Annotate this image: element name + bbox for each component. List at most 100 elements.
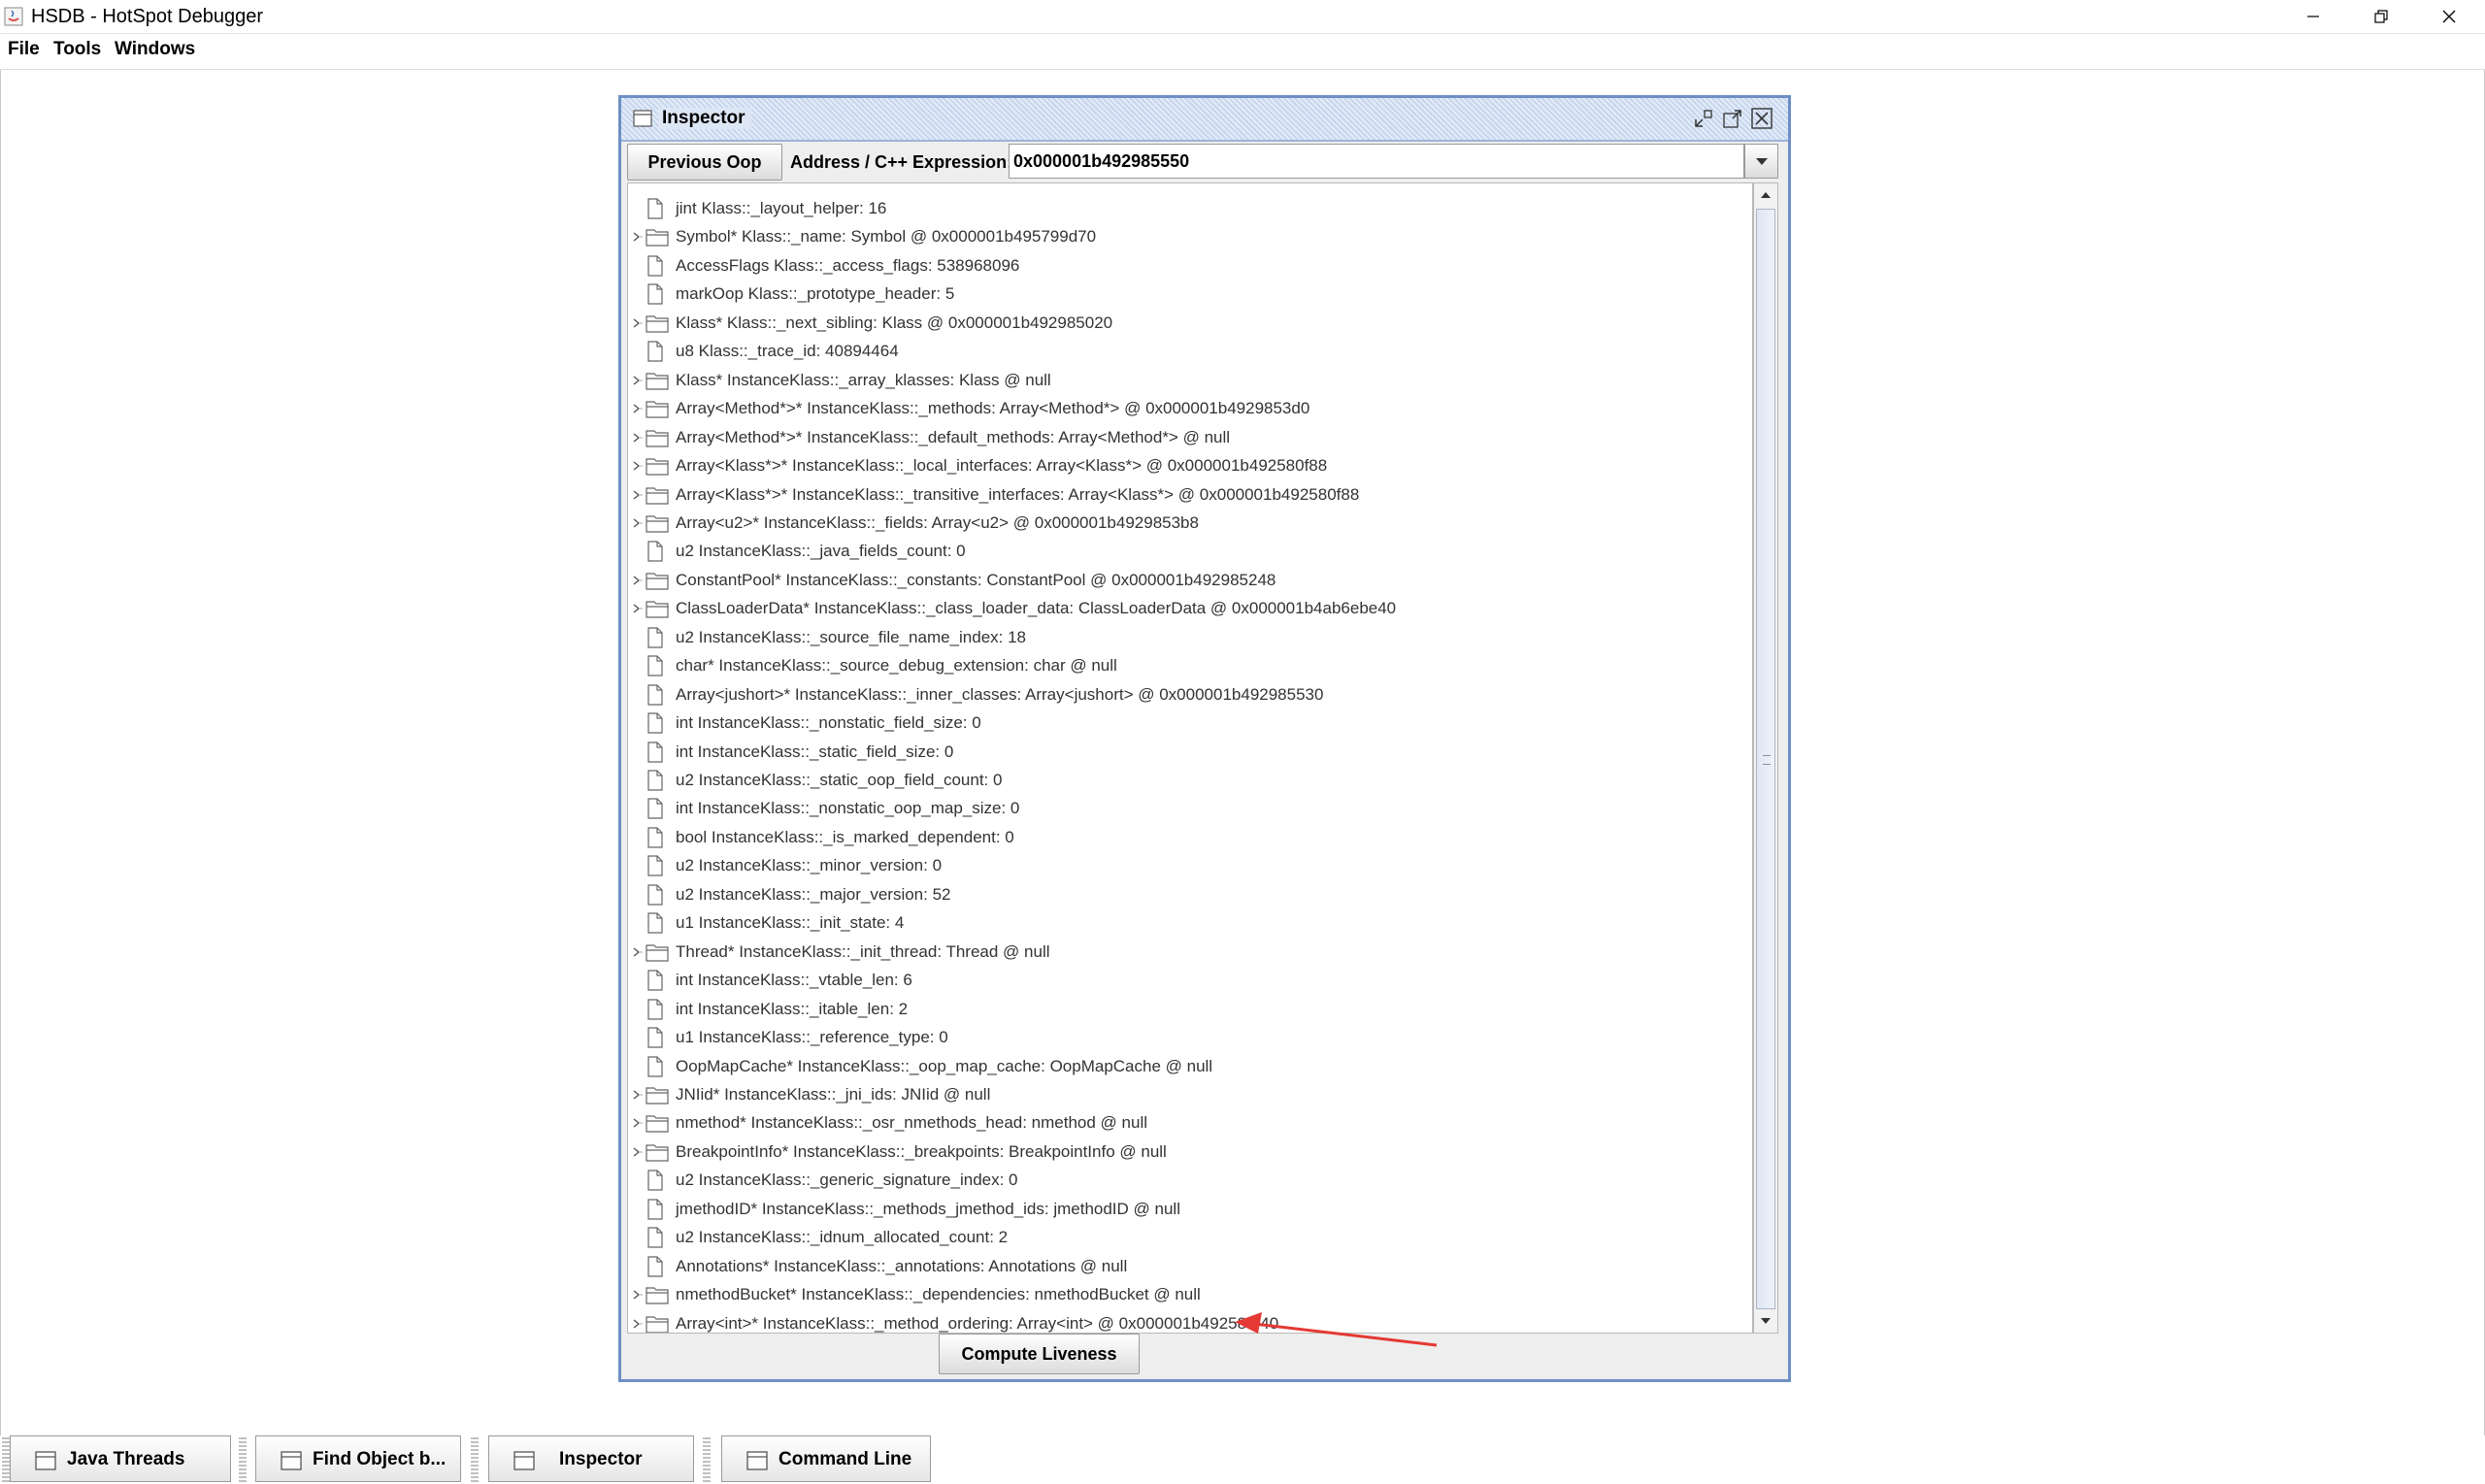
minimize-button[interactable] (2279, 0, 2347, 33)
taskbar-java-threads[interactable]: Java Threads (10, 1435, 231, 1482)
inspector-title-bar[interactable]: Inspector (621, 98, 1788, 142)
tree-row[interactable]: u1 InstanceKlass::_init_state: 4 (628, 909, 1752, 937)
tree-row[interactable]: JNIid* InstanceKlass::_jni_ids: JNIid @ … (628, 1081, 1752, 1108)
expand-toggle-icon[interactable] (633, 432, 643, 444)
tree-row[interactable]: Klass* Klass::_next_sibling: Klass @ 0x0… (628, 310, 1752, 339)
taskbar-inspector[interactable]: Inspector (488, 1435, 694, 1482)
tree-row[interactable]: u1 InstanceKlass::_reference_type: 0 (628, 1024, 1752, 1051)
tree-row-label: int InstanceKlass::_vtable_len: 6 (676, 971, 912, 990)
taskbar-label: Find Object b... (313, 1449, 447, 1469)
expand-toggle-icon[interactable] (633, 460, 643, 472)
expand-toggle-icon[interactable] (633, 517, 643, 529)
window-icon (746, 1451, 768, 1470)
taskbar-find-object[interactable]: Find Object b... (255, 1435, 461, 1482)
expand-toggle-icon[interactable] (633, 489, 643, 501)
tree-row[interactable]: u2 InstanceKlass::_java_fields_count: 0 (628, 538, 1752, 565)
tree-row[interactable]: u2 InstanceKlass::_minor_version: 0 (628, 852, 1752, 881)
tree-row[interactable]: AccessFlags Klass::_access_flags: 538968… (628, 252, 1752, 280)
expand-toggle-icon[interactable] (633, 1146, 643, 1158)
expand-toggle-icon[interactable] (633, 946, 643, 958)
tree-row[interactable]: Thread* InstanceKlass::_init_thread: Thr… (628, 939, 1752, 966)
file-node-icon (646, 770, 665, 796)
tree-row[interactable]: Array<jushort>* InstanceKlass::_inner_cl… (628, 681, 1752, 709)
tree-row[interactable]: int InstanceKlass::_vtable_len: 6 (628, 967, 1752, 994)
tree-row[interactable]: nmethod* InstanceKlass::_osr_nmethods_he… (628, 1109, 1752, 1137)
expand-toggle-icon[interactable] (633, 603, 643, 614)
compute-liveness-button[interactable]: Compute Liveness (939, 1334, 1140, 1374)
expand-toggle-icon[interactable] (633, 1318, 643, 1330)
tree-row[interactable]: bool InstanceKlass::_is_marked_dependent… (628, 824, 1752, 853)
field-tree[interactable]: jint Klass::_layout_helper: 16 Symbol* Kl… (627, 182, 1753, 1334)
tree-row[interactable]: u8 Klass::_trace_id: 40894464 (628, 338, 1752, 365)
tree-row[interactable]: int InstanceKlass::_static_field_size: 0 (628, 739, 1752, 766)
folder-icon (646, 1087, 669, 1105)
tree-row-label: u1 InstanceKlass::_reference_type: 0 (676, 1028, 948, 1047)
folder-icon (646, 429, 669, 447)
folder-node-icon (646, 313, 669, 339)
folder-node-icon (646, 427, 669, 453)
scroll-thumb[interactable] (1756, 209, 1775, 1309)
expand-toggle-icon[interactable] (633, 575, 643, 586)
tree-row[interactable]: Array<Klass*>* InstanceKlass::_local_int… (628, 452, 1752, 481)
tree-row[interactable]: Klass* InstanceKlass::_array_klasses: Kl… (628, 367, 1752, 396)
maximize-icon[interactable] (1721, 107, 1744, 130)
tree-row-label: Klass* Klass::_next_sibling: Klass @ 0x0… (676, 313, 1113, 332)
tree-row[interactable]: Symbol* Klass::_name: Symbol @ 0x000001b… (628, 223, 1752, 250)
tree-row-label: int InstanceKlass::_nonstatic_field_size… (676, 713, 981, 733)
tree-row[interactable]: char* InstanceKlass::_source_debug_exten… (628, 652, 1752, 679)
file-icon (647, 684, 663, 706)
tree-row[interactable]: Array<int>* InstanceKlass::_method_order… (628, 1310, 1752, 1333)
tree-row[interactable]: Array<Klass*>* InstanceKlass::_transitiv… (628, 481, 1752, 509)
tree-row[interactable]: jmethodID* InstanceKlass::_methods_jmeth… (628, 1196, 1752, 1223)
tree-row[interactable]: u2 InstanceKlass::_source_file_name_inde… (628, 624, 1752, 651)
tree-row[interactable]: int InstanceKlass::_nonstatic_field_size… (628, 709, 1752, 737)
tree-row[interactable]: Array<Method*>* InstanceKlass::_methods:… (628, 395, 1752, 422)
tree-row[interactable]: u2 InstanceKlass::_generic_signature_ind… (628, 1167, 1752, 1194)
folder-node-icon (646, 370, 669, 396)
tree-row[interactable]: int InstanceKlass::_nonstatic_oop_map_si… (628, 795, 1752, 822)
expand-toggle-icon[interactable] (633, 403, 643, 414)
file-icon (647, 770, 663, 791)
tree-row[interactable]: Annotations* InstanceKlass::_annotations… (628, 1253, 1752, 1280)
tree-row[interactable]: ClassLoaderData* InstanceKlass::_class_l… (628, 595, 1752, 622)
address-input[interactable] (1009, 144, 1744, 179)
tree-row-label: markOop Klass::_prototype_header: 5 (676, 284, 955, 304)
close-button[interactable] (2415, 0, 2483, 33)
expand-toggle-icon[interactable] (633, 317, 643, 329)
menu-tools[interactable]: Tools (53, 39, 101, 60)
vertical-scrollbar[interactable] (1753, 182, 1778, 1334)
iconify-icon[interactable] (1692, 107, 1715, 130)
tree-row[interactable]: BreakpointInfo* InstanceKlass::_breakpoi… (628, 1138, 1752, 1166)
file-node-icon (646, 884, 665, 910)
tree-row[interactable]: Array<u2>* InstanceKlass::_fields: Array… (628, 510, 1752, 537)
tree-row[interactable]: jint Klass::_layout_helper: 16 (628, 195, 1752, 222)
previous-oop-button[interactable]: Previous Oop (627, 144, 782, 181)
close-frame-icon[interactable] (1750, 107, 1773, 130)
expand-toggle-icon[interactable] (633, 1089, 643, 1101)
tree-row[interactable]: Array<Method*>* InstanceKlass::_default_… (628, 424, 1752, 453)
tree-row[interactable]: markOop Klass::_prototype_header: 5 (628, 280, 1752, 308)
menu-windows[interactable]: Windows (115, 39, 195, 60)
menu-file[interactable]: File (8, 39, 40, 60)
tree-row[interactable]: u2 InstanceKlass::_idnum_allocated_count… (628, 1224, 1752, 1251)
tree-row[interactable]: ConstantPool* InstanceKlass::_constants:… (628, 567, 1752, 594)
tree-row[interactable]: u2 InstanceKlass::_static_oop_field_coun… (628, 767, 1752, 796)
file-icon (647, 341, 663, 362)
file-node-icon (646, 827, 665, 853)
file-node-icon (646, 855, 665, 881)
expand-toggle-icon[interactable] (633, 231, 643, 243)
folder-node-icon (646, 455, 669, 481)
address-dropdown-button[interactable] (1744, 144, 1778, 179)
tree-row[interactable]: int InstanceKlass::_itable_len: 2 (628, 996, 1752, 1023)
expand-toggle-icon[interactable] (633, 1289, 643, 1301)
scroll-up-button[interactable] (1754, 183, 1777, 207)
tree-row[interactable]: u2 InstanceKlass::_major_version: 52 (628, 881, 1752, 910)
file-icon (647, 1227, 663, 1248)
tree-row[interactable]: OopMapCache* InstanceKlass::_oop_map_cac… (628, 1053, 1752, 1080)
restore-button[interactable] (2347, 0, 2415, 33)
expand-toggle-icon[interactable] (633, 1117, 643, 1129)
expand-toggle-icon[interactable] (633, 375, 643, 386)
scroll-down-button[interactable] (1754, 1309, 1777, 1333)
taskbar-command-line[interactable]: Command Line (721, 1435, 931, 1482)
tree-row[interactable]: nmethodBucket* InstanceKlass::_dependenc… (628, 1281, 1752, 1308)
